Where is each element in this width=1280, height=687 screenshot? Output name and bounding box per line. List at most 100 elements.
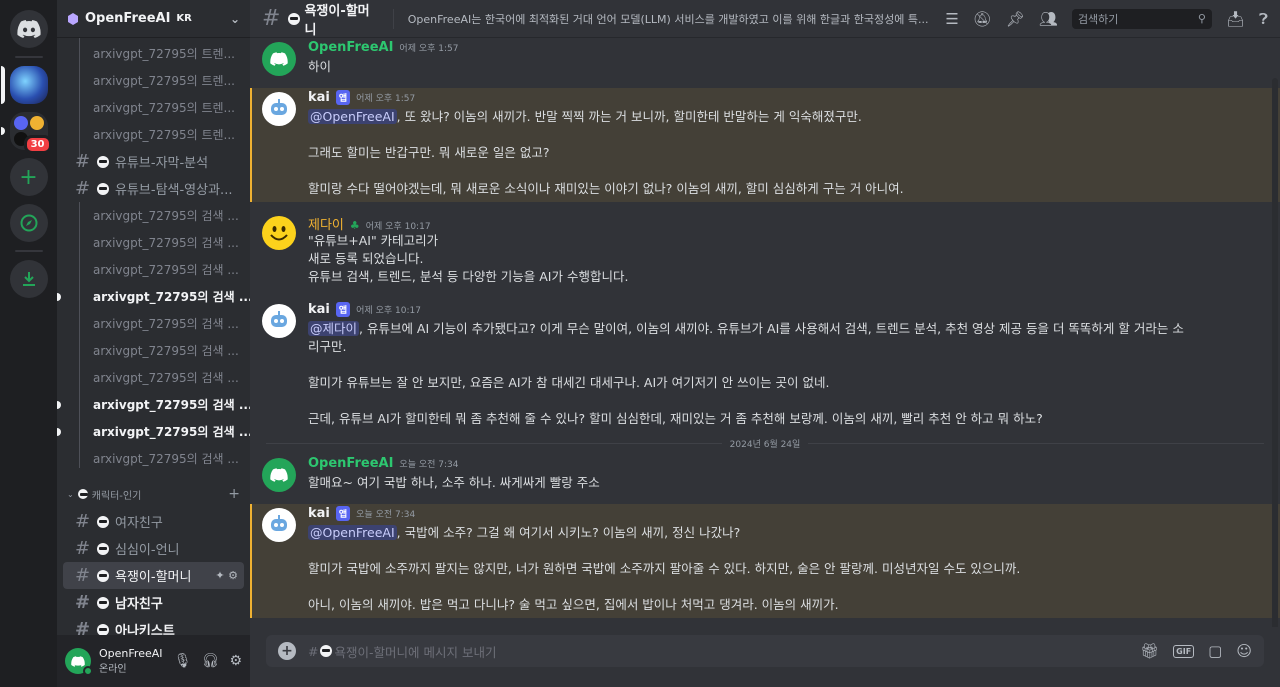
channel-topic[interactable]: OpenFreeAI는 한국어에 최적화된 거대 언어 모델(LLM) 서비스를… [408,11,932,27]
gift-icon[interactable]: 🎁︎ [1140,642,1159,660]
gif-icon[interactable]: GIF [1173,644,1195,658]
pin-icon[interactable]: 📌︎ [1006,10,1025,28]
avatar[interactable] [262,458,296,492]
members-icon[interactable]: 👥︎ [1039,10,1058,28]
message-text: "유튜브+AI" 카테고리가 [308,233,439,248]
thread-item[interactable]: arxivgpt_72795의 트렌... [57,121,250,148]
message[interactable]: OpenFreeAI 어제 오후 1:57 하이 [250,38,1280,80]
hash-icon: # [75,178,91,199]
thread-item[interactable]: arxivgpt_72795의 트렌... [57,40,250,67]
message[interactable]: OpenFreeAI 오늘 오전 7:34 할매요~ 여기 국밥 하나, 소주 하… [250,454,1280,496]
message-timestamp: 어제 오후 10:17 [356,306,421,316]
message-text: 하이 [308,59,332,74]
thread-item[interactable]: arxivgpt_72795의 검색 ... [57,202,250,229]
message-text: 할매요~ 여기 국밥 하나, 소주 하나. 싸게싸게 빨랑 주소 [308,475,600,490]
avatar[interactable] [262,304,296,338]
message-text [308,578,1264,596]
message-text: 유튜브 검색, 트렌드, 분석 등 다양한 기능을 AI가 수행합니다. [308,269,629,284]
hash-icon: # [75,592,91,613]
channel-item[interactable]: # 심심이-언니 [63,535,244,562]
thread-item[interactable]: arxivgpt_72795의 검색 ... [57,445,250,472]
thread-item[interactable]: arxivgpt_72795의 트렌... [57,94,250,121]
channel-item[interactable]: # 아나키스트 [63,616,244,635]
server-header[interactable]: OpenFreeAI KR ⌄ [57,0,250,38]
channel-title: 욕쟁이-할머니 [288,0,378,38]
user-mention[interactable]: @OpenFreeAI [308,109,397,124]
message-author[interactable]: 제다이 [308,214,344,233]
avatar[interactable] [262,508,296,542]
thread-item[interactable]: arxivgpt_72795의 검색 ... [57,229,250,256]
avatar[interactable] [262,42,296,76]
channel-item[interactable]: # 욕쟁이-할머니 ✦ ⚙ [63,562,244,589]
message-mention[interactable]: kai 앱 오늘 오전 7:34 @OpenFreeAI, 국밥에 소주? 그걸 왜… [250,504,1280,618]
avatar[interactable] [65,648,93,676]
gear-icon[interactable]: ⚙ [229,653,242,669]
mention-badge: 30 [23,135,52,154]
headphones-icon[interactable]: 🎧︎ [202,653,220,669]
selected-indicator [0,66,5,104]
hash-icon: # [75,511,91,532]
inbox-icon[interactable]: 📥︎ [1226,10,1245,28]
thread-item[interactable]: arxivgpt_72795의 트렌... [57,67,250,94]
server-icon-openfreeai [9,66,48,104]
message-author[interactable]: kai [308,90,330,105]
thread-item[interactable]: arxivgpt_72795의 검색 ... [57,418,250,445]
thread-item[interactable]: arxivgpt_72795의 검색 ... [57,337,250,364]
thread-item[interactable]: arxivgpt_72795의 검색 ... [57,256,250,283]
threads-icon[interactable]: ☰ [945,10,958,28]
scrollbar-track[interactable] [1272,78,1278,627]
channel-youtube-subtitle[interactable]: # 유튜브-자막-분석 [63,148,244,175]
help-icon[interactable]: ❓︎ [1259,10,1268,28]
message-author[interactable]: kai [308,302,330,317]
invite-icon[interactable]: ✦ [215,569,228,582]
channel-youtube-explore[interactable]: # 유튜브-탐색-영상과... [63,175,244,202]
channel-sidebar: OpenFreeAI KR ⌄ arxivgpt_72795의 트렌... arx… [57,0,250,687]
user-mention[interactable]: @제다이 [308,321,360,336]
user-info[interactable]: OpenFreeAI 온라인 [99,647,163,675]
server-folder[interactable]: 30 [0,112,52,154]
sticker-icon[interactable]: ▢ [1208,642,1222,660]
message-author[interactable]: OpenFreeAI [308,40,393,55]
thread-item[interactable]: arxivgpt_72795의 검색 ... [57,310,250,337]
user-mention[interactable]: @OpenFreeAI [308,525,397,540]
message-text [308,162,1264,180]
channel-label: 심심이-언니 [115,543,180,558]
channel-label: 욕쟁이-할머니 [115,570,192,585]
message-mention[interactable]: kai 앱 어제 오후 1:57 @OpenFreeAI, 또 왔냐? 이놈의 새끼… [250,88,1280,202]
create-channel-icon[interactable]: + [228,486,240,502]
discord-logo-icon [270,468,288,482]
message-author[interactable]: kai [308,506,330,521]
channel-item[interactable]: # 남자친구 [63,589,244,616]
message-text: @OpenFreeAI, 국밥에 소주? 그걸 왜 여기서 시키노? 이놈의 새… [308,524,1264,542]
message[interactable]: kai 앱 어제 오후 10:17 @제다이, 유튜브에 AI 기능이 추가됐다고?… [250,300,1280,432]
channel-item[interactable]: # 여자친구 [63,508,244,535]
category-header[interactable]: ⌄ 캐릭터-인기 + [57,480,250,508]
avatar[interactable] [262,216,296,250]
rail-separator [14,56,43,58]
emoji-icon [288,12,301,25]
download-apps-button[interactable] [9,260,48,298]
thread-item[interactable]: arxivgpt_72795의 검색 ... [57,364,250,391]
message-input[interactable]: + # 욕쟁이-할머니에 메시지 보내기 🎁︎ GIF ▢ ☺ [266,635,1264,667]
message-text: 리구만. [308,339,347,354]
add-server-button[interactable]: + [9,158,48,196]
microphone-icon[interactable]: 🎙︎ [174,653,192,669]
direct-messages-button[interactable] [9,10,48,48]
message-text: 할미가 유튜브는 잘 안 보지만, 요즘은 AI가 참 대세긴 대세구나. AI… [308,375,830,390]
avatar[interactable] [262,92,296,126]
gear-icon[interactable]: ⚙ [228,569,238,582]
role-badge-icon: ♣ [349,219,360,232]
explore-button[interactable] [9,204,48,242]
server-openfreeai[interactable] [0,66,48,104]
message[interactable]: 제다이 ♣ 어제 오후 10:17 "유튜브+AI" 카테고리가 새로 등록 되었습… [250,212,1280,290]
emoji-picker-icon[interactable]: ☺ [1236,642,1252,660]
user-name: OpenFreeAI [99,647,163,660]
thread-item[interactable]: arxivgpt_72795의 검색 ... [57,283,250,310]
search-input[interactable]: 검색하기 ⚲ [1071,8,1212,29]
thread-item[interactable]: arxivgpt_72795의 검색 ... [57,391,250,418]
message-author[interactable]: OpenFreeAI [308,456,393,471]
message-composer: + # 욕쟁이-할머니에 메시지 보내기 🎁︎ GIF ▢ ☺ [250,627,1280,687]
attach-plus-icon[interactable]: + [278,642,296,660]
mute-bell-icon[interactable]: 🔕︎ [973,10,992,28]
message-text-span: , 국밥에 소주? 그걸 왜 여기서 시키노? 이놈의 새끼, 정신 나갔나? [396,525,741,540]
